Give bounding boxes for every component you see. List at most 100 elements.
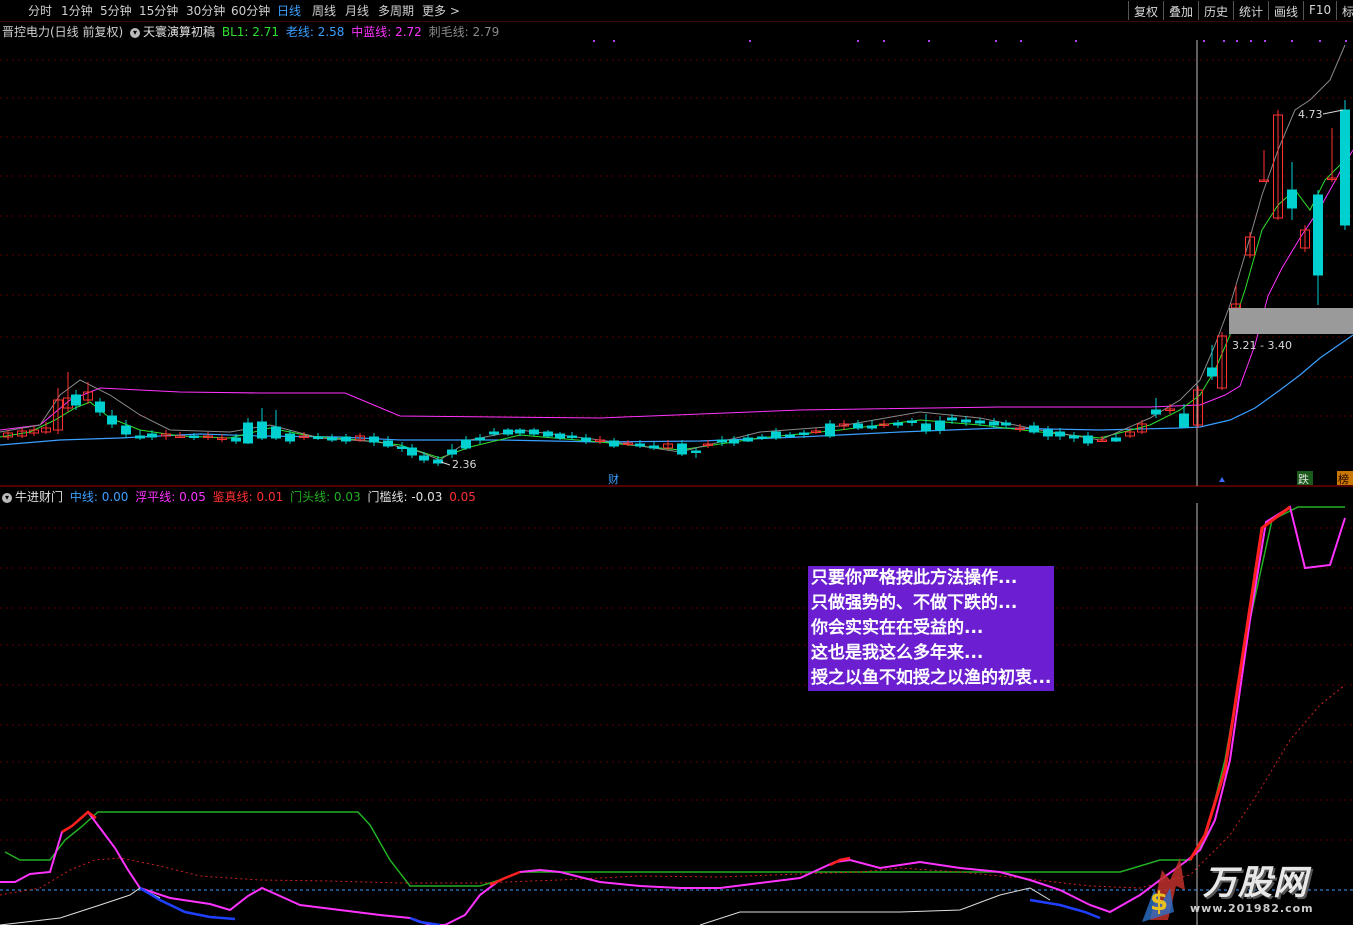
candle-body-74 (989, 421, 999, 426)
candle-body-28 (369, 436, 379, 443)
candle-body-36 (475, 437, 485, 441)
candlesticks (3, 100, 1350, 466)
candle-body-64 (853, 423, 863, 429)
candle-body-32 (419, 455, 429, 461)
candle-body-30 (397, 446, 407, 449)
candle-body-58 (771, 431, 781, 439)
candle-body-6 (71, 394, 81, 406)
candle-body-20 (257, 421, 267, 439)
candle-body-75 (1001, 422, 1011, 426)
candle-body-21 (271, 426, 281, 439)
candle-body-73 (975, 420, 985, 424)
candle-body-29 (383, 440, 393, 447)
svg-text:$: $ (1150, 887, 1168, 917)
candle-body-8 (95, 401, 105, 413)
die-marker[interactable]: 跌 (1298, 472, 1309, 486)
candle-body-52 (691, 450, 701, 453)
dot-marker-4 (883, 40, 885, 42)
candle-body-38 (503, 429, 513, 435)
candle-body-44 (581, 437, 591, 442)
candle-body-77 (1029, 425, 1039, 433)
dot-marker-7 (1020, 40, 1022, 42)
jianzhen-red-segment-2 (489, 870, 521, 887)
candle-body-46 (609, 440, 619, 447)
dot-marker-9 (1203, 40, 1205, 42)
candle-body-55 (729, 439, 739, 444)
candle-body-79 (1055, 431, 1065, 437)
menkanxian-blue-segment-2 (1029, 898, 1101, 920)
dot-marker-5 (928, 40, 930, 42)
candle-body-12 (147, 433, 157, 438)
bl1-line (0, 159, 1346, 459)
dot-marker-11 (1236, 40, 1238, 42)
candle-body-37 (489, 431, 499, 435)
chart-canvas[interactable]: 3.21 - 3.40 2.36 4.73 财 跌 榜 (0, 0, 1353, 925)
candle-body-26 (341, 436, 351, 442)
candle-body-83 (1111, 437, 1121, 442)
candle-body-19 (243, 422, 253, 444)
candle-body-40 (529, 429, 539, 435)
laoxian-line (0, 334, 1353, 446)
candle-body-81 (1083, 435, 1093, 444)
candle-body-9 (107, 415, 117, 425)
dot-marker-1 (613, 40, 615, 42)
candle-body-57 (757, 436, 767, 439)
candle-body-100 (1340, 109, 1350, 226)
candle-body-98 (1313, 194, 1323, 276)
up-arrow-icon (1219, 477, 1225, 482)
candle-body-34 (447, 449, 457, 455)
candle-body-69 (921, 423, 931, 432)
candle-body-70 (935, 420, 945, 431)
watermark-text: 万股网 (1203, 863, 1308, 903)
candle-body-86 (1151, 409, 1161, 415)
candle-body-54 (717, 439, 727, 443)
candle-body-60 (799, 432, 809, 435)
candle-body-11 (135, 435, 145, 439)
candle-body-96 (1287, 189, 1297, 209)
candle-body-67 (893, 422, 903, 426)
bang-marker[interactable]: 榜 (1338, 472, 1349, 486)
high-price-label: 4.73 (1298, 108, 1323, 121)
cimaoxian-line (0, 44, 1346, 461)
cai-marker[interactable]: 财 (608, 472, 619, 486)
candle-body-49 (649, 445, 659, 449)
dot-marker-0 (593, 40, 595, 42)
candle-body-62 (825, 423, 835, 437)
candle-body-18 (231, 437, 241, 442)
mentouxian-line (4, 506, 1345, 887)
low-price-label: 2.36 (452, 458, 477, 471)
menkanxian-blue-segment-3 (409, 916, 441, 925)
menkanxian-line-1 (0, 887, 161, 925)
candle-body-65 (867, 425, 877, 429)
annotation-box: 只要你严格按此方法操作... 只做强势的、不做下跌的... 你会实实在在受益的.… (808, 566, 1055, 691)
annotation-line-1: 只要你严格按此方法操作... (811, 568, 1018, 588)
candle-body-43 (567, 435, 577, 438)
top-dot-markers (593, 40, 1347, 42)
candle-body-31 (407, 447, 417, 456)
candle-body-25 (327, 437, 337, 441)
candle-body-71 (947, 417, 957, 421)
candle-body-51 (677, 443, 687, 455)
dot-marker-6 (995, 40, 997, 42)
dot-marker-16 (1345, 40, 1347, 42)
dot-marker-13 (1264, 40, 1266, 42)
candle-body-41 (543, 431, 553, 437)
annotation-line-4: 这也是我这么多年来... (811, 643, 984, 663)
candle-body-22 (285, 433, 295, 442)
candle-body-72 (961, 419, 971, 423)
candle-body-15 (189, 435, 199, 438)
annotation-line-5: 授之以鱼不如授之以渔的初衷... (811, 668, 1052, 688)
zhonglanxian-band-upper (0, 149, 1353, 431)
candle-body-10 (121, 425, 131, 435)
dot-marker-15 (1319, 40, 1321, 42)
dot-marker-10 (1223, 40, 1225, 42)
candle-body-68 (907, 420, 917, 423)
dot-marker-3 (857, 40, 859, 42)
dot-marker-14 (1291, 40, 1293, 42)
price-range-box (1229, 308, 1353, 334)
dot-marker-12 (1250, 40, 1252, 42)
dot-marker-2 (749, 40, 751, 42)
annotation-line-2: 只做强势的、不做下跌的... (811, 593, 1018, 613)
watermark-url: www.201982.com (1190, 902, 1314, 915)
candle-body-35 (461, 439, 471, 449)
